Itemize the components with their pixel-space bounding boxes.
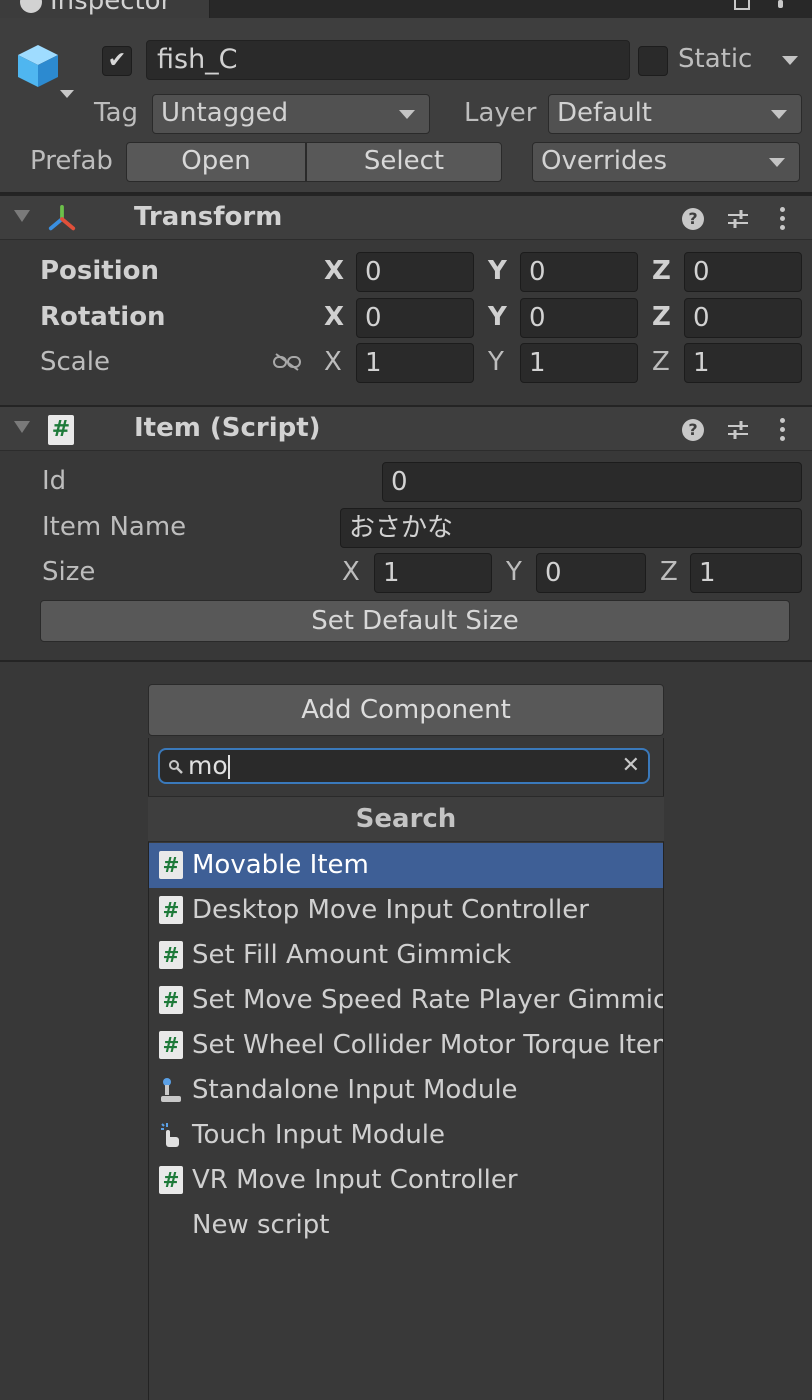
rotation-y-field[interactable]: 0 [520, 298, 638, 338]
set-default-size-button[interactable]: Set Default Size [40, 600, 790, 642]
chevron-down-icon [399, 110, 415, 119]
icon-dropdown-arrow-icon[interactable] [60, 90, 74, 98]
axis-z-label[interactable]: Z [660, 557, 678, 587]
size-label: Size [42, 557, 96, 587]
list-item-vr-move-input-controller[interactable]: # VR Move Input Controller [149, 1158, 663, 1203]
size-z-field[interactable]: 1 [690, 553, 802, 593]
static-label: Static [678, 44, 753, 74]
axis-y-label[interactable]: Y [488, 256, 507, 286]
preset-settings-icon[interactable] [726, 207, 750, 231]
list-item-touch-input-module[interactable]: Touch Input Module [149, 1113, 663, 1158]
position-label: Position [40, 256, 160, 286]
id-field[interactable]: 0 [382, 462, 802, 502]
chevron-down-icon [769, 158, 785, 167]
component-menu-icon[interactable] [780, 207, 786, 231]
script-icon: # [48, 415, 74, 445]
prefab-label: Prefab [30, 146, 113, 176]
layer-value: Default [557, 98, 652, 128]
static-dropdown-arrow-icon[interactable] [782, 56, 798, 65]
overrides-label: Overrides [541, 146, 668, 176]
list-item-new-script[interactable]: New script [149, 1203, 663, 1248]
search-value: mo [188, 751, 228, 780]
script-icon: # [159, 986, 183, 1014]
tab-title: Inspector [50, 0, 172, 16]
clear-search-icon[interactable]: ✕ [622, 750, 640, 782]
prefab-open-button[interactable]: Open [126, 142, 306, 182]
list-item-set-move-speed-rate-player-gimmick[interactable]: # Set Move Speed Rate Player Gimmick [149, 978, 663, 1023]
script-icon: # [159, 896, 183, 924]
list-item-set-fill-amount-gimmick[interactable]: # Set Fill Amount Gimmick [149, 933, 663, 978]
search-results-title: Search [148, 796, 664, 842]
item-script-title: Item (Script) [134, 413, 321, 443]
scale-y-field[interactable]: 1 [520, 343, 638, 383]
tag-value: Untagged [161, 98, 289, 128]
rotation-x-field[interactable]: 0 [356, 298, 474, 338]
object-name-field[interactable]: fish_C [146, 40, 630, 80]
component-menu-icon[interactable] [780, 418, 786, 442]
rotation-z-field[interactable]: 0 [684, 298, 802, 338]
axis-z-label[interactable]: Z [652, 302, 671, 332]
prefab-select-button[interactable]: Select [306, 142, 502, 182]
help-icon[interactable]: ? [682, 419, 704, 441]
transform-icon [48, 204, 76, 231]
script-icon: # [159, 1031, 183, 1059]
constrain-proportions-icon[interactable] [272, 352, 302, 372]
axis-y-label[interactable]: Y [488, 347, 504, 377]
axis-z-label[interactable]: Z [652, 256, 671, 286]
tag-label: Tag [94, 98, 139, 128]
position-y-field[interactable]: 0 [520, 252, 638, 292]
static-checkbox[interactable] [638, 46, 668, 76]
foldout-arrow-icon[interactable] [14, 421, 30, 433]
layer-dropdown[interactable]: Default [548, 94, 802, 134]
component-search-input[interactable]: mo ✕ [158, 748, 650, 784]
list-item-standalone-input-module[interactable]: Standalone Input Module [149, 1068, 663, 1113]
position-x-field[interactable]: 0 [356, 252, 474, 292]
preset-settings-icon[interactable] [726, 418, 750, 442]
axis-x-label[interactable]: X [324, 347, 342, 377]
gameobject-cube-icon[interactable] [14, 42, 62, 90]
info-icon [20, 0, 42, 13]
transform-header[interactable]: Transform ? [0, 194, 812, 240]
list-item-movable-item[interactable]: # Movable Item [149, 843, 663, 888]
transform-title: Transform [134, 202, 283, 232]
axis-x-label[interactable]: X [342, 557, 360, 587]
size-y-field[interactable]: 0 [536, 553, 646, 593]
list-item-desktop-move-input-controller[interactable]: # Desktop Move Input Controller [149, 888, 663, 933]
axis-x-label[interactable]: X [324, 302, 344, 332]
script-icon: # [159, 1166, 183, 1194]
axis-y-label[interactable]: Y [488, 302, 507, 332]
script-icon: # [159, 851, 183, 879]
search-icon [169, 760, 183, 774]
position-z-field[interactable]: 0 [684, 252, 802, 292]
axis-x-label[interactable]: X [324, 256, 344, 286]
window-menu-icon[interactable] [778, 0, 783, 8]
standalone-input-icon [161, 1078, 181, 1102]
list-item-set-wheel-collider-motor-torque-item[interactable]: # Set Wheel Collider Motor Torque Item [149, 1023, 663, 1068]
script-icon: # [159, 941, 183, 969]
component-separator [0, 660, 812, 662]
layer-label: Layer [464, 98, 537, 128]
chevron-down-icon [771, 110, 787, 119]
inspector-tab[interactable]: Inspector [0, 0, 210, 18]
prefab-overrides-dropdown[interactable]: Overrides [532, 142, 800, 182]
active-checkbox[interactable]: ✔ [102, 46, 132, 76]
add-component-button[interactable]: Add Component [148, 684, 664, 736]
foldout-arrow-icon[interactable] [14, 210, 30, 222]
maximize-icon[interactable] [734, 0, 750, 10]
item-script-header[interactable]: # Item (Script) ? [0, 405, 812, 451]
item-name-label: Item Name [42, 512, 187, 542]
scale-z-field[interactable]: 1 [684, 343, 802, 383]
size-x-field[interactable]: 1 [374, 553, 492, 593]
help-icon[interactable]: ? [682, 208, 704, 230]
text-caret [228, 755, 230, 779]
tag-dropdown[interactable]: Untagged [152, 94, 430, 134]
rotation-label: Rotation [40, 302, 166, 332]
axis-y-label[interactable]: Y [506, 557, 522, 587]
scale-x-field[interactable]: 1 [356, 343, 474, 383]
scale-label: Scale [40, 347, 110, 377]
touch-input-icon [161, 1123, 179, 1147]
id-label: Id [42, 466, 67, 496]
item-name-field[interactable]: おさかな [340, 508, 802, 548]
axis-z-label[interactable]: Z [652, 347, 670, 377]
